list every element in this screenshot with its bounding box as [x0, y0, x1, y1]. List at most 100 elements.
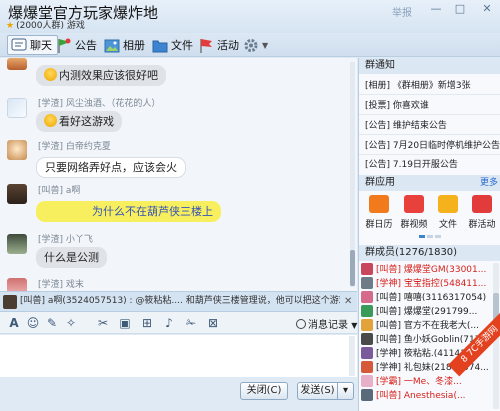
notice-item[interactable]: [投票] 你喜欢谁: [365, 98, 429, 111]
member-item[interactable]: [叫兽] 嘻嘻(3116317054): [361, 291, 486, 304]
tab-activity-label: 活动: [217, 39, 239, 52]
avatar[interactable]: [7, 278, 27, 291]
tab-album[interactable]: 相册: [104, 35, 145, 55]
gift-icon[interactable]: ⊞: [139, 315, 155, 331]
chevron-down-icon: ▼: [351, 321, 358, 330]
emoji-icon[interactable]: ☺: [25, 315, 41, 331]
divider: [359, 94, 500, 95]
send-options-dropdown[interactable]: ▾: [337, 382, 354, 400]
avatar[interactable]: [7, 58, 27, 70]
message-text: 为什么不在葫芦侠三楼上: [92, 205, 213, 218]
group-notice-title: 群通知: [359, 58, 500, 74]
tab-album-label: 相册: [123, 39, 145, 52]
smiley-icon: [44, 114, 57, 127]
folder-icon: [152, 38, 168, 53]
message-meta: [学渣] 戏末: [38, 280, 84, 290]
message-bubble: 只要网络弄好点，应该会火: [36, 157, 186, 178]
tab-notice-label: 公告: [75, 39, 97, 52]
screenshot-icon[interactable]: ✂: [95, 315, 111, 331]
flag-icon: [472, 195, 492, 213]
report-link[interactable]: 举报: [392, 4, 412, 19]
star-icon: ★: [6, 21, 15, 31]
group-subtitle-text: (2000人群) 游戏: [16, 21, 85, 31]
message-meta: [学渣] 风尘浊酒、（花花的人）: [38, 99, 161, 109]
scissors-icon[interactable]: ✁: [183, 315, 199, 331]
message-input[interactable]: [0, 335, 357, 377]
minimize-button[interactable]: —: [427, 3, 445, 17]
magic-wand-icon[interactable]: ✎: [44, 315, 60, 331]
notice-item[interactable]: [公告] 7.19日开服公告: [365, 157, 458, 170]
tab-activity[interactable]: 活动: [198, 35, 239, 55]
message-meta: [学渣] 白帝约克夏: [38, 142, 111, 152]
group-apps-title: 群应用: [359, 175, 500, 191]
app-label: 群活动: [468, 220, 496, 230]
notice-item[interactable]: [公告] 7月20日临时停机维护公告: [365, 138, 500, 151]
member-item[interactable]: [学神] 宝宝指控(548411...: [361, 277, 486, 290]
chat-scrollbar[interactable]: [350, 62, 355, 287]
app-label: 文件: [438, 220, 457, 230]
gear-icon: [243, 38, 259, 53]
member-item[interactable]: [学霸] 一Me、冬漆...: [361, 375, 462, 388]
member-name: [学神] 礼包妹(21842574...: [376, 363, 489, 373]
window-header: 爆爆堂官方玩家爆炸地 ★ (2000人群) 游戏 举报 — □ ✕: [0, 0, 500, 33]
avatar: [3, 295, 17, 309]
pinned-message-text: [叫兽] a啊(3524057513) : @筱粘粘.... 和葫芦侠三楼管理说…: [20, 296, 340, 306]
input-toolbar: A ☺ ✎ ✧ ✂ ▣ ⊞ ♪ ✁ ⊠ 消息记录 ▼: [0, 312, 357, 334]
close-pinned-icon[interactable]: ✕: [344, 292, 352, 311]
clock-icon: [296, 319, 306, 329]
app-activity[interactable]: 群活动: [465, 195, 499, 230]
send-bar: 关闭(C) 发送(S) ▾: [0, 377, 357, 411]
message-history-button[interactable]: 消息记录 ▼: [296, 316, 357, 331]
avatar: [361, 389, 373, 401]
notice-flag-icon: [56, 38, 72, 53]
app-calendar[interactable]: 群日历: [362, 195, 396, 230]
tab-chat[interactable]: 聊天: [7, 35, 58, 55]
avatar: [361, 305, 373, 317]
tab-file[interactable]: 文件: [152, 35, 193, 55]
member-name: [学霸] 一Me、冬漆...: [376, 377, 462, 387]
avatar[interactable]: [7, 98, 27, 118]
input-scrollbar[interactable]: [349, 336, 355, 376]
chevron-down-icon: ▼: [262, 40, 269, 50]
avatar[interactable]: [7, 234, 27, 254]
pinned-message[interactable]: [叫兽] a啊(3524057513) : @筱粘粘.... 和葫芦侠三楼管理说…: [0, 291, 357, 312]
message-meta: [学渣] 小丫飞: [38, 235, 93, 245]
music-icon[interactable]: ♪: [161, 315, 177, 331]
member-item[interactable]: [叫兽] 官方不在我老大(...: [361, 319, 479, 332]
chat-icon: [11, 38, 27, 53]
calendar-icon: [369, 195, 389, 213]
app-video[interactable]: 群视频: [397, 195, 431, 230]
close-window-button[interactable]: ✕: [478, 3, 496, 17]
avatar: [361, 263, 373, 275]
divider: [359, 154, 500, 155]
avatar: [361, 319, 373, 331]
shake-icon[interactable]: ✧: [63, 315, 79, 331]
album-icon: [104, 38, 120, 53]
more-icon[interactable]: ⊠: [205, 315, 221, 331]
message-bubble: 什么是公测: [36, 247, 107, 268]
app-file[interactable]: 文件: [431, 195, 465, 230]
maximize-button[interactable]: □: [451, 3, 469, 17]
app-label: 群视频: [400, 220, 428, 230]
right-panel: 群通知 [相册] 《群相册》新增3张 [投票] 你喜欢谁 [公告] 维护结束公告…: [358, 58, 500, 411]
avatar[interactable]: [7, 184, 27, 204]
message-bubble: 看好这游戏: [36, 111, 122, 132]
avatar[interactable]: [7, 140, 27, 160]
send-button[interactable]: 发送(S): [297, 382, 337, 400]
message-text: 看好这游戏: [59, 115, 114, 128]
settings-menu[interactable]: ▼: [243, 35, 268, 55]
chat-messages[interactable]: 内测效果应该很好吧 [学渣] 风尘浊酒、（花花的人） 看好这游戏 [学渣] 白帝…: [0, 58, 357, 291]
close-button[interactable]: 关闭(C): [240, 382, 288, 400]
image-icon[interactable]: ▣: [117, 315, 133, 331]
chat-scrollbar-thumb[interactable]: [350, 250, 355, 286]
member-item[interactable]: [叫兽] 爆爆堂(291799...: [361, 305, 477, 318]
tab-notice[interactable]: 公告: [56, 35, 97, 55]
member-item[interactable]: [叫兽] Anesthesia(...: [361, 389, 466, 402]
notice-item[interactable]: [公告] 维护结束公告: [365, 118, 447, 131]
member-item[interactable]: [叫兽] 爆爆堂GM(33001...: [361, 263, 486, 276]
font-icon[interactable]: A: [6, 315, 22, 331]
apps-page-dots[interactable]: [419, 235, 441, 238]
tab-file-label: 文件: [171, 39, 193, 52]
more-apps-link[interactable]: 更多: [480, 175, 498, 191]
notice-item[interactable]: [相册] 《群相册》新增3张: [365, 78, 471, 91]
